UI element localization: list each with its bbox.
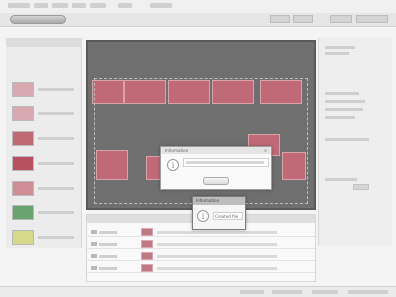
property-line [325,138,369,141]
ok-button[interactable] [203,177,229,185]
dialog-message-text [186,161,264,164]
library-item-thumbnail[interactable] [12,181,34,196]
library-item-label [38,162,74,165]
table-row[interactable] [87,263,315,273]
row-color-swatch [141,240,153,248]
property-line [325,52,349,55]
library-panel-header [6,38,82,47]
row-label [99,255,117,258]
menu-item-4[interactable] [72,3,86,8]
row-value [157,267,277,270]
property-line [325,92,359,95]
dialog-title: Information [196,198,220,203]
info-icon: i [167,159,179,171]
menu-item-5[interactable] [90,3,106,8]
library-panel [6,38,82,248]
toolbar-button-2[interactable] [293,15,313,23]
primary-action-button[interactable] [10,15,66,24]
menu-item-3[interactable] [52,3,68,8]
row-label [99,267,117,270]
row-icon [91,266,97,270]
dialog-title: Information [165,148,189,153]
dialog-title-bar: Information [193,197,245,205]
library-item-label [38,88,74,91]
library-item-thumbnail[interactable] [12,205,34,220]
status-segment [272,290,302,294]
library-item-thumbnail[interactable] [12,106,34,121]
status-segment [240,290,264,294]
table-row[interactable] [87,239,315,249]
close-icon[interactable]: × [263,148,268,153]
library-item-thumbnail[interactable] [12,230,34,245]
toolbar-button-1[interactable] [270,15,290,23]
library-item-thumbnail[interactable] [12,131,34,146]
row-value [157,255,277,258]
toolbar-button-3[interactable] [330,15,352,23]
row-color-swatch [141,228,153,236]
properties-panel [318,38,392,246]
library-item-label [38,211,74,214]
library-item-label [38,137,74,140]
dialog-message: Created file ... [213,212,243,220]
information-dialog: Information × i [160,146,272,190]
dialog-title-bar: Information × [161,147,271,154]
property-line [325,178,357,181]
library-item-label [38,187,74,190]
status-segment [312,290,338,294]
row-icon [91,230,97,234]
menu-bar [0,0,396,13]
row-icon [91,254,97,258]
row-icon [91,242,97,246]
property-button[interactable] [353,184,369,190]
library-item-label [38,112,74,115]
information-dialog-small: Information i Created file ... [192,196,246,230]
menu-item-7[interactable] [150,3,172,8]
menu-item-2[interactable] [34,3,48,8]
row-label [99,231,117,234]
toolbar-button-4[interactable] [356,15,388,23]
info-icon: i [197,210,209,222]
dialog-message [183,158,269,167]
property-line [325,116,355,119]
table-row[interactable] [87,251,315,261]
toolbar [0,13,396,27]
row-label [99,243,117,246]
row-value [157,231,277,234]
property-line [325,46,355,49]
library-item-thumbnail[interactable] [12,156,34,171]
library-item-thumbnail[interactable] [12,82,34,97]
row-value [157,243,277,246]
menu-item-6[interactable] [118,3,132,8]
library-item-label [38,236,74,239]
status-bar [0,286,396,297]
property-line [325,100,365,103]
status-segment [348,290,388,294]
row-color-swatch [141,264,153,272]
property-line [325,108,363,111]
row-color-swatch [141,252,153,260]
menu-item-1[interactable] [8,3,30,8]
